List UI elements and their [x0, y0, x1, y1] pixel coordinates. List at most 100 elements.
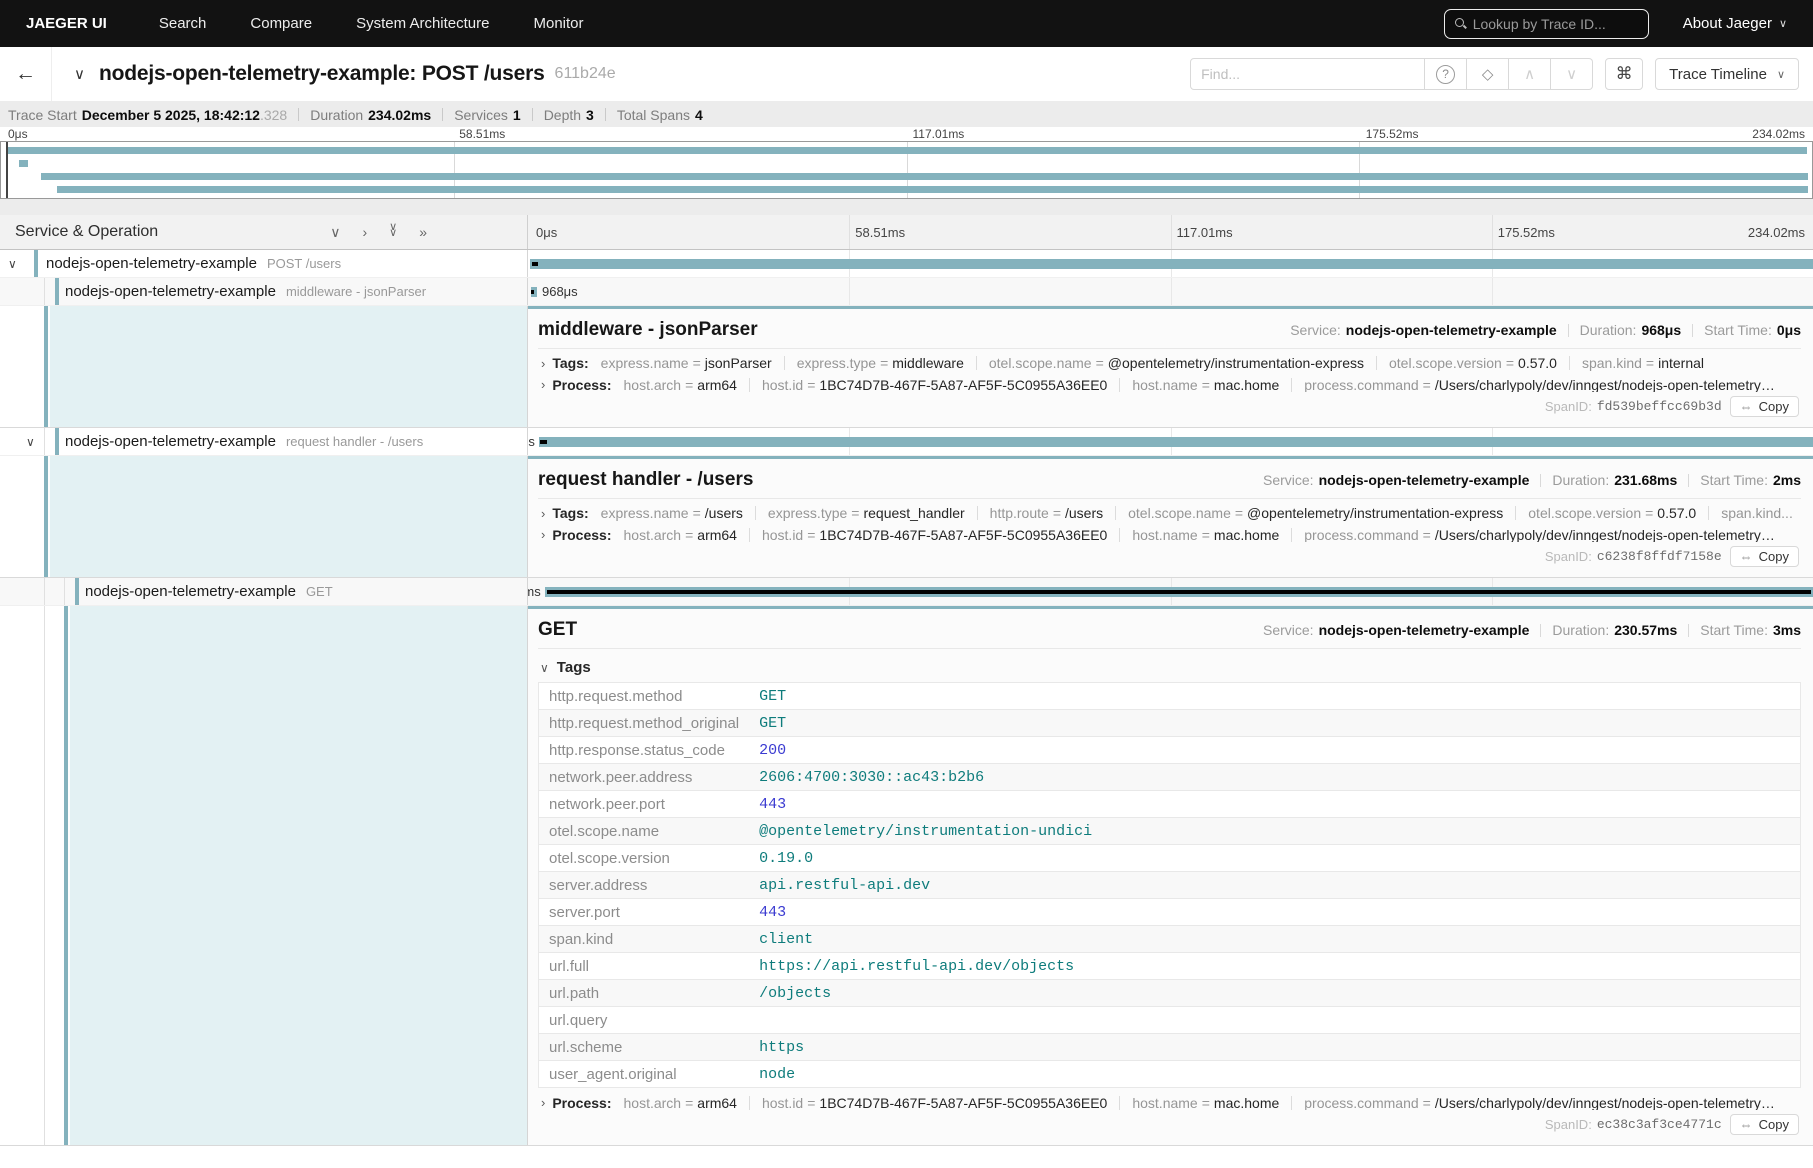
copy-span-id-button[interactable]: ⇔Copy	[1730, 1114, 1799, 1135]
trace-id-lookup-input[interactable]	[1473, 16, 1638, 32]
detail-title-row[interactable]: middleware - jsonParserService:nodejs-op…	[538, 315, 1801, 349]
nav-item-system-architecture[interactable]: System Architecture	[356, 15, 489, 32]
span-name-cell[interactable]: ∨nodejs-open-telemetry-examplerequest ha…	[0, 428, 528, 455]
selected-span-highlight	[50, 306, 527, 427]
separator	[1692, 324, 1693, 337]
span-timeline-cell[interactable]: 230.57ms	[528, 578, 1813, 605]
tag-key: url.scheme	[539, 1034, 750, 1061]
detail-meta-label: Duration:	[1552, 472, 1609, 488]
nav-item-search[interactable]: Search	[159, 15, 207, 32]
separator	[1291, 378, 1292, 392]
span-bar[interactable]	[539, 437, 1813, 447]
equals-sign: =	[685, 528, 693, 543]
span-name-cell[interactable]: nodejs-open-telemetry-exampleGET	[0, 578, 528, 605]
separator	[1688, 474, 1689, 487]
span-row[interactable]: ∨nodejs-open-telemetry-examplePOST /user…	[0, 250, 1813, 278]
copy-span-id-button[interactable]: ⇔Copy	[1730, 546, 1799, 567]
collapse-one-icon[interactable]: ∨	[330, 224, 340, 241]
span-timeline-cell[interactable]: 234.02ms	[528, 250, 1813, 277]
tag-key: process.command	[1304, 528, 1418, 543]
find-input[interactable]	[1190, 58, 1425, 90]
span-name-cell[interactable]: ∨nodejs-open-telemetry-examplePOST /user…	[0, 250, 528, 277]
find-help-button[interactable]: ?	[1425, 58, 1467, 90]
nav-item-compare[interactable]: Compare	[250, 15, 312, 32]
separator	[1119, 378, 1120, 392]
span-name-cell[interactable]: nodejs-open-telemetry-examplemiddleware …	[0, 278, 528, 305]
tag-value: arm64	[697, 378, 737, 393]
find-previous-button[interactable]: ∧	[1509, 58, 1551, 90]
tag-value: https	[749, 1034, 1800, 1061]
tag-table-row: http.response.status_code200	[539, 737, 1801, 764]
equals-sign: =	[807, 528, 815, 543]
trace-title: nodejs-open-telemetry-example: POST /use…	[99, 62, 545, 86]
span-toggle-chevron-icon[interactable]: ∨	[8, 257, 17, 271]
tag-value: 1BC74D7B-467F-5A87-AF5F-5C0955A36EE0	[819, 1095, 1107, 1110]
tag-key: span.kind	[539, 926, 750, 953]
tag-table-row: network.peer.port443	[539, 791, 1801, 818]
expand-one-icon[interactable]: ›	[362, 224, 367, 241]
span-row[interactable]: ∨nodejs-open-telemetry-examplerequest ha…	[0, 428, 1813, 456]
ruler-gridline	[1492, 215, 1493, 249]
span-service-name: nodejs-open-telemetry-example	[65, 433, 276, 450]
tag-table-row: otel.scope.name@opentelemetry/instrument…	[539, 818, 1801, 845]
tag-key: network.peer.port	[539, 791, 750, 818]
trace-id-lookup[interactable]	[1444, 9, 1649, 39]
collapse-all-icon[interactable]: ∨∨	[389, 224, 397, 241]
copy-span-id-button[interactable]: ⇔Copy	[1730, 396, 1799, 417]
tag-table-row: user_agent.originalnode	[539, 1061, 1801, 1088]
detail-title-row[interactable]: GETService:nodejs-open-telemetry-example…	[538, 615, 1801, 649]
tag-value: /objects	[749, 980, 1800, 1007]
tag-value: /Users/charlypoly/dev/inngest/nodejs-ope…	[1435, 528, 1775, 543]
find-next-button[interactable]: ∨	[1551, 58, 1593, 90]
span-detail-row: request handler - /usersService:nodejs-o…	[0, 456, 1813, 578]
collapse-trace-chevron[interactable]: ∨	[74, 65, 85, 83]
tag-value: 0.19.0	[749, 845, 1800, 872]
total-spans-value: 4	[695, 107, 703, 123]
equals-sign: =	[1423, 528, 1431, 543]
minimap-span-bar	[19, 160, 28, 167]
span-bar[interactable]	[530, 259, 1813, 269]
tags-summary-row[interactable]: ›Tags:express.name=/usersexpress.type=re…	[538, 506, 1801, 521]
about-jaeger-menu[interactable]: About Jaeger ∨	[1683, 15, 1787, 32]
span-timeline-cell[interactable]: 968μs	[528, 278, 1813, 305]
detail-operation-title: middleware - jsonParser	[538, 319, 758, 341]
minimap-drag-handle[interactable]	[6, 142, 8, 198]
chevron-right-icon: ›	[541, 506, 545, 521]
equals-sign: =	[1202, 378, 1210, 393]
detail-operation-title: request handler - /users	[538, 469, 753, 491]
span-row[interactable]: nodejs-open-telemetry-exampleGET230.57ms	[0, 578, 1813, 606]
nav-item-monitor[interactable]: Monitor	[533, 15, 583, 32]
tag-value: arm64	[697, 528, 737, 543]
tags-summary-row[interactable]: ›Tags:express.name=jsonParserexpress.typ…	[538, 356, 1801, 371]
view-selector-label: Trace Timeline	[1669, 66, 1767, 83]
minimap-span-bar	[41, 173, 1809, 180]
trace-minimap[interactable]	[0, 141, 1813, 199]
process-summary-row[interactable]: ›Process:host.arch=arm64host.id=1BC74D7B…	[538, 1095, 1801, 1110]
focus-span-button[interactable]: ◇	[1467, 58, 1509, 90]
back-button[interactable]: ←	[0, 47, 52, 101]
tag-value: node	[749, 1061, 1800, 1088]
process-summary-row[interactable]: ›Process:host.arch=arm64host.id=1BC74D7B…	[538, 528, 1801, 543]
tags-section-toggle[interactable]: ∨Tags	[540, 659, 1801, 676]
detail-title-row[interactable]: request handler - /usersService:nodejs-o…	[538, 465, 1801, 499]
keyboard-shortcuts-button[interactable]: ⌘	[1605, 58, 1643, 90]
link-icon: ⇔	[1740, 399, 1753, 414]
expand-all-icon[interactable]: »	[419, 224, 427, 241]
app-logo[interactable]: JAEGER UI	[26, 15, 107, 32]
diamond-icon: ◇	[1482, 65, 1494, 83]
span-color-accent	[55, 428, 59, 455]
tag-key: http.request.method_original	[539, 710, 750, 737]
span-row[interactable]: nodejs-open-telemetry-examplemiddleware …	[0, 278, 1813, 306]
trace-view-selector[interactable]: Trace Timeline ∨	[1655, 58, 1799, 90]
span-toggle-chevron-icon[interactable]: ∨	[26, 435, 35, 449]
minimap-tick-labels: 0μs58.51ms117.01ms175.52ms234.02ms	[0, 127, 1813, 141]
separator	[1515, 506, 1516, 520]
trace-start-label: Trace Start	[8, 107, 77, 123]
process-summary-row[interactable]: ›Process:host.arch=arm64host.id=1BC74D7B…	[538, 378, 1801, 393]
detail-meta-label: Start Time:	[1700, 622, 1768, 638]
separator	[749, 528, 750, 542]
detail-meta-value: nodejs-open-telemetry-example	[1319, 622, 1530, 638]
equals-sign: =	[1645, 506, 1653, 521]
span-timeline-cell[interactable]: 231.68ms	[528, 428, 1813, 455]
tag-table-row: url.query	[539, 1007, 1801, 1034]
